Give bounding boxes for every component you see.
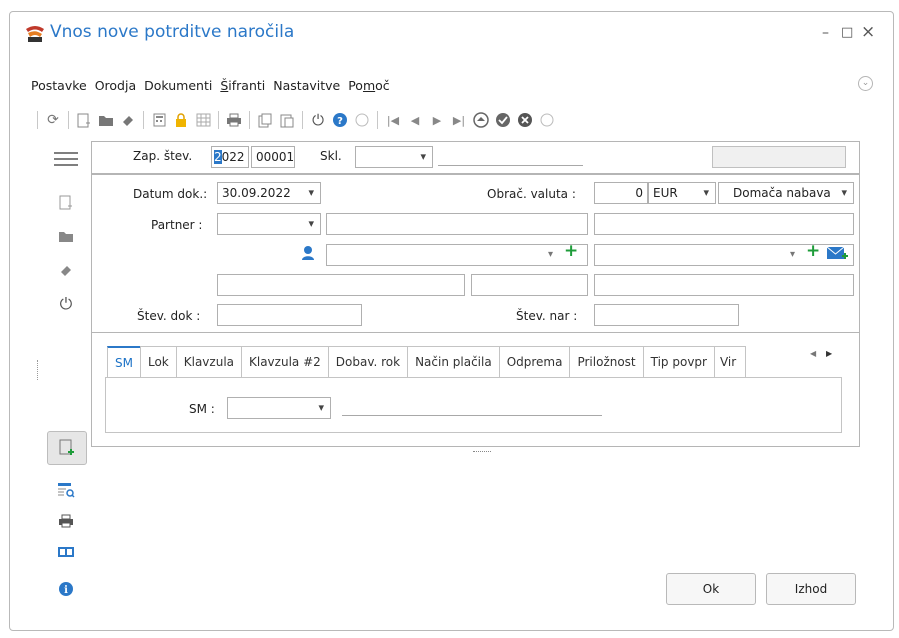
refresh-icon[interactable]: ⟳ [42, 110, 64, 130]
number-field[interactable]: 00001 [251, 146, 295, 168]
address-line-3[interactable] [594, 274, 854, 296]
partner-label: Partner : [151, 218, 203, 232]
address-line-1[interactable] [217, 274, 465, 296]
power-icon[interactable]: ⏻ [307, 110, 329, 130]
datum-field[interactable]: 30.09.2022 [217, 182, 321, 204]
tab-scroll-right-icon[interactable]: ▶ [826, 349, 832, 358]
mail-add-icon[interactable] [826, 245, 848, 261]
skl-label: Skl. [320, 149, 342, 163]
zap-stev-label: Zap. štev. [133, 149, 193, 163]
paste-icon[interactable] [276, 110, 298, 130]
cancel-icon[interactable] [514, 110, 536, 130]
stev-dok-label: Štev. dok : [137, 309, 201, 323]
new-doc-icon[interactable] [52, 191, 80, 215]
tab-sm[interactable]: SM [107, 346, 140, 378]
lock-icon[interactable] [170, 110, 192, 130]
last-record-icon[interactable]: ▶| [448, 110, 470, 130]
window-title: Vnos nove potrditve naročila [50, 22, 295, 42]
tab-priloznost[interactable]: Priložnost [569, 346, 643, 378]
calculator-icon[interactable] [148, 110, 170, 130]
menu-sifranti[interactable]: Šifranti [220, 78, 265, 93]
help-icon[interactable]: ? [329, 110, 351, 130]
collapse-icon[interactable]: ⌄ [858, 76, 873, 91]
menu-nastavitve[interactable]: Nastavitve [273, 78, 340, 93]
copy-icon[interactable] [254, 110, 276, 130]
tab-tip-povpr[interactable]: Tip povpr [642, 346, 714, 378]
close-button[interactable]: × [861, 22, 875, 42]
tab-lok[interactable]: Lok [139, 346, 176, 378]
first-record-icon[interactable]: |◀ [382, 110, 404, 130]
tab-content-panel [105, 377, 842, 433]
confirm-icon[interactable] [492, 110, 514, 130]
upload-icon[interactable] [470, 110, 492, 130]
hamburger-menu-icon[interactable] [52, 147, 80, 171]
grid-icon[interactable] [192, 110, 214, 130]
ok-button[interactable]: Ok [666, 573, 756, 605]
table-search-icon[interactable] [52, 478, 80, 502]
svg-text:i: i [64, 585, 68, 596]
new-doc-icon-selected[interactable] [47, 431, 87, 465]
skl-description-line [438, 165, 583, 166]
year-field[interactable]: 2022 [211, 146, 249, 168]
prev-record-icon[interactable]: ◀ [404, 110, 426, 130]
stev-nar-label: Štev. nar : [516, 309, 578, 323]
partner-select[interactable] [217, 213, 321, 235]
tab-vir[interactable]: Vir [713, 346, 746, 378]
contact-caret-icon[interactable]: ▾ [548, 249, 553, 260]
eraser-icon[interactable] [117, 110, 139, 130]
partner-extra-field[interactable] [594, 213, 854, 235]
add-contact-icon[interactable]: + [564, 241, 578, 261]
collapse-icon[interactable] [351, 110, 373, 130]
skl-select[interactable] [355, 146, 433, 168]
datum-label: Datum dok.: [133, 187, 208, 201]
person-icon [302, 246, 314, 260]
tab-scroll-left-icon[interactable]: ◀ [810, 349, 816, 358]
currency-select[interactable]: EUR [648, 182, 716, 204]
status-field [712, 146, 846, 168]
power-icon[interactable]: ⏻ [52, 292, 80, 316]
print-icon[interactable] [223, 110, 245, 130]
resize-grip[interactable] [473, 451, 491, 452]
exit-button[interactable]: Izhod [766, 573, 856, 605]
obrac-valuta-label: Obrač. valuta : [487, 187, 576, 201]
menu-orodja[interactable]: Orodja [95, 78, 136, 93]
eraser-icon[interactable] [52, 258, 80, 282]
info-icon[interactable]: i [52, 577, 80, 601]
stev-dok-field[interactable] [217, 304, 362, 326]
tab-nacin-placila[interactable]: Način plačila [407, 346, 499, 378]
open-folder-icon[interactable] [52, 224, 80, 248]
svg-text:?: ? [337, 116, 343, 127]
columns-icon[interactable] [52, 540, 80, 564]
toolbar: ⟳ ⏻ ? |◀ ◀ ▶ ▶| [33, 110, 558, 130]
tab-strip: SM Lok Klavzula Klavzula #2 Dobav. rok N… [107, 346, 746, 378]
splitter-handle[interactable] [37, 360, 38, 380]
partner-name-field[interactable] [326, 213, 588, 235]
open-folder-icon[interactable] [95, 110, 117, 130]
add-address-icon[interactable]: + [806, 241, 820, 261]
sm-label: SM : [189, 402, 215, 416]
tab-klavzula[interactable]: Klavzula [175, 346, 241, 378]
maximize-button[interactable]: □ [841, 25, 853, 40]
menu-postavke[interactable]: Postavke [31, 78, 87, 93]
minimize-button[interactable]: – [822, 25, 829, 41]
sm-select[interactable] [227, 397, 331, 419]
menu-dokumenti[interactable]: Dokumenti [144, 78, 212, 93]
address-caret-icon[interactable]: ▾ [790, 249, 795, 260]
tab-odprema[interactable]: Odprema [498, 346, 570, 378]
obrac-amount-field[interactable]: 0 [594, 182, 648, 204]
new-doc-icon[interactable] [73, 110, 95, 130]
stev-nar-field[interactable] [594, 304, 739, 326]
print-icon[interactable] [52, 509, 80, 533]
address-line-2[interactable] [471, 274, 588, 296]
app-logo-icon [26, 26, 44, 42]
sm-description-line [342, 415, 602, 416]
menu-pomoc[interactable]: Pomoč [348, 78, 389, 93]
tab-dobav-rok[interactable]: Dobav. rok [327, 346, 408, 378]
tab-klavzula-2[interactable]: Klavzula #2 [241, 346, 328, 378]
nabava-select[interactable]: Domača nabava [718, 182, 854, 204]
next-record-icon[interactable]: ▶ [426, 110, 448, 130]
collapse-icon-2[interactable] [536, 110, 558, 130]
menu-bar: Postavke Orodja Dokumenti Šifranti Nasta… [31, 78, 398, 93]
